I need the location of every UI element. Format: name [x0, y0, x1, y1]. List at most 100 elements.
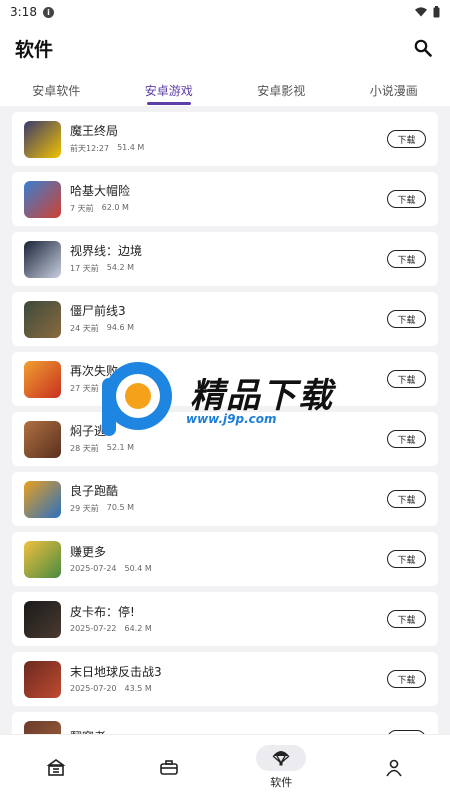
app-icon — [24, 240, 61, 278]
tab-2[interactable]: 安卓影视 — [225, 72, 338, 106]
app-sub: 28 天前 52.1 M — [70, 443, 387, 454]
wifi-icon — [415, 7, 427, 17]
category-tabs: 安卓软件 安卓游戏 安卓影视 小说漫画 — [0, 72, 450, 106]
app-sub: 2025-07-22 64.2 M — [70, 624, 387, 633]
app-sub: 2025-07-24 50.4 M — [70, 564, 387, 573]
list-item[interactable]: 焖子逃 28 天前 52.1 M 下载 — [12, 412, 438, 466]
app-meta: 良子跑酷 29 天前 70.5 M — [70, 484, 387, 514]
toolbox-icon — [144, 755, 194, 781]
list-item[interactable]: 视界线：边境 17 天前 54.2 M 下载 — [12, 232, 438, 286]
download-button[interactable]: 下载 — [387, 190, 426, 208]
list-item[interactable]: 再次失败 27 天前 下载 — [12, 352, 438, 406]
app-date: 29 天前 — [70, 504, 99, 513]
app-icon — [24, 360, 61, 398]
download-button[interactable]: 下载 — [387, 670, 426, 688]
app-sub: 24 天前 94.6 M — [70, 323, 387, 334]
app-name: 末日地球反击战3 — [70, 665, 162, 679]
app-name: 皮卡布：停! — [70, 605, 135, 619]
app-sub: 2025-07-20 43.5 M — [70, 684, 387, 693]
app-size: 64.2 M — [124, 624, 152, 633]
search-button[interactable] — [411, 36, 435, 60]
app-size: 54.2 M — [106, 263, 134, 272]
search-icon — [414, 39, 432, 57]
app-meta: 哈基大帽险 7 天前 62.0 M — [70, 184, 387, 214]
app-name: 再次失败 — [70, 364, 119, 378]
info-icon: i — [42, 6, 54, 18]
download-button[interactable]: 下载 — [387, 130, 426, 148]
status-time: 3:18 — [10, 5, 37, 19]
list-item[interactable]: 哈基大帽险 7 天前 62.0 M 下载 — [12, 172, 438, 226]
page-title: 软件 — [15, 38, 54, 61]
tab-label: 安卓游戏 — [144, 84, 193, 98]
nav-label: 软件 — [270, 776, 293, 789]
list-item[interactable]: 僵尸前线3 24 天前 94.6 M 下载 — [12, 292, 438, 346]
store-icon — [31, 755, 81, 781]
app-icon — [24, 660, 61, 698]
person-icon — [369, 755, 419, 781]
app-size: 43.5 M — [124, 684, 152, 693]
app-date: 2025-07-20 — [70, 684, 117, 693]
app-date: 2025-07-22 — [70, 624, 117, 633]
app-date: 17 天前 — [70, 264, 99, 273]
app-size: 62.0 M — [101, 203, 129, 212]
app-icon — [24, 300, 61, 338]
app-date: 前天12:27 — [70, 144, 110, 153]
app-sub: 7 天前 62.0 M — [70, 203, 387, 214]
app-date: 27 天前 — [70, 384, 99, 393]
app-name: 哈基大帽险 — [70, 184, 131, 198]
download-button[interactable]: 下载 — [387, 610, 426, 628]
battery-icon — [433, 6, 440, 18]
app-name: 赚更多 — [70, 545, 107, 559]
list-item[interactable]: 良子跑酷 29 天前 70.5 M 下载 — [12, 472, 438, 526]
nav-item-1[interactable] — [113, 735, 226, 800]
app-size: 51.4 M — [117, 143, 145, 152]
app-size: 50.4 M — [124, 564, 152, 573]
tab-label: 安卓影视 — [257, 84, 306, 98]
tab-label: 小说漫画 — [369, 84, 418, 98]
app-meta: 视界线：边境 17 天前 54.2 M — [70, 244, 387, 274]
tab-1[interactable]: 安卓游戏 — [113, 72, 226, 106]
app-sub: 27 天前 — [70, 383, 387, 394]
download-button[interactable]: 下载 — [387, 370, 426, 388]
app-icon — [24, 180, 61, 218]
list-item[interactable]: 魔王终局前天12:27 51.4 M 下载 — [12, 112, 438, 166]
bottom-nav: 软件 — [0, 734, 450, 800]
app-size: 94.6 M — [106, 323, 134, 332]
status-bar: 3:18 i — [0, 0, 450, 24]
nav-item-3[interactable] — [338, 735, 450, 800]
list-item[interactable]: 翻窗者下载 — [12, 712, 438, 734]
app-meta: 焖子逃 28 天前 52.1 M — [70, 424, 387, 454]
nav-item-2[interactable]: 软件 — [225, 735, 338, 800]
app-meta: 僵尸前线3 24 天前 94.6 M — [70, 304, 387, 334]
app-name: 视界线：边境 — [70, 244, 143, 258]
download-button[interactable]: 下载 — [387, 250, 426, 268]
app-sub: 17 天前 54.2 M — [70, 263, 387, 274]
list-item[interactable]: 皮卡布：停! 2025-07-22 64.2 M 下载 — [12, 592, 438, 646]
parachute-icon — [256, 745, 307, 771]
tab-0[interactable]: 安卓软件 — [0, 72, 113, 106]
tab-label: 安卓软件 — [32, 84, 81, 98]
app-meta: 赚更多 2025-07-24 50.4 M — [70, 545, 387, 573]
app-bar: 软件 — [0, 24, 450, 72]
app-name: 僵尸前线3 — [70, 304, 126, 318]
app-size: 52.1 M — [106, 443, 134, 452]
download-button[interactable]: 下载 — [387, 310, 426, 328]
download-button[interactable]: 下载 — [387, 430, 426, 448]
app-name: 魔王终局 — [70, 124, 119, 138]
app-icon — [24, 120, 61, 158]
list-item[interactable]: 末日地球反击战3 2025-07-20 43.5 M 下载 — [12, 652, 438, 706]
app-list: 魔王终局 前天12:27 51.4 M 下载 哈基大帽险 7 天前 62.0 M 下载 视界线：… — [0, 106, 450, 734]
download-button[interactable]: 下载 — [387, 490, 426, 508]
app-icon — [24, 480, 61, 518]
app-icon — [24, 420, 61, 458]
app-name: 良子跑酷 — [70, 484, 119, 498]
tab-active-indicator — [146, 102, 191, 105]
app-size: 70.5 M — [106, 503, 134, 512]
app-date: 28 天前 — [70, 444, 99, 453]
list-item[interactable]: 赚更多 2025-07-24 50.4 M 下载 — [12, 532, 438, 586]
app-icon — [24, 600, 61, 638]
nav-item-0[interactable] — [0, 735, 113, 800]
tab-3[interactable]: 小说漫画 — [338, 72, 450, 106]
download-button[interactable]: 下载 — [387, 550, 426, 568]
app-icon — [24, 540, 61, 578]
